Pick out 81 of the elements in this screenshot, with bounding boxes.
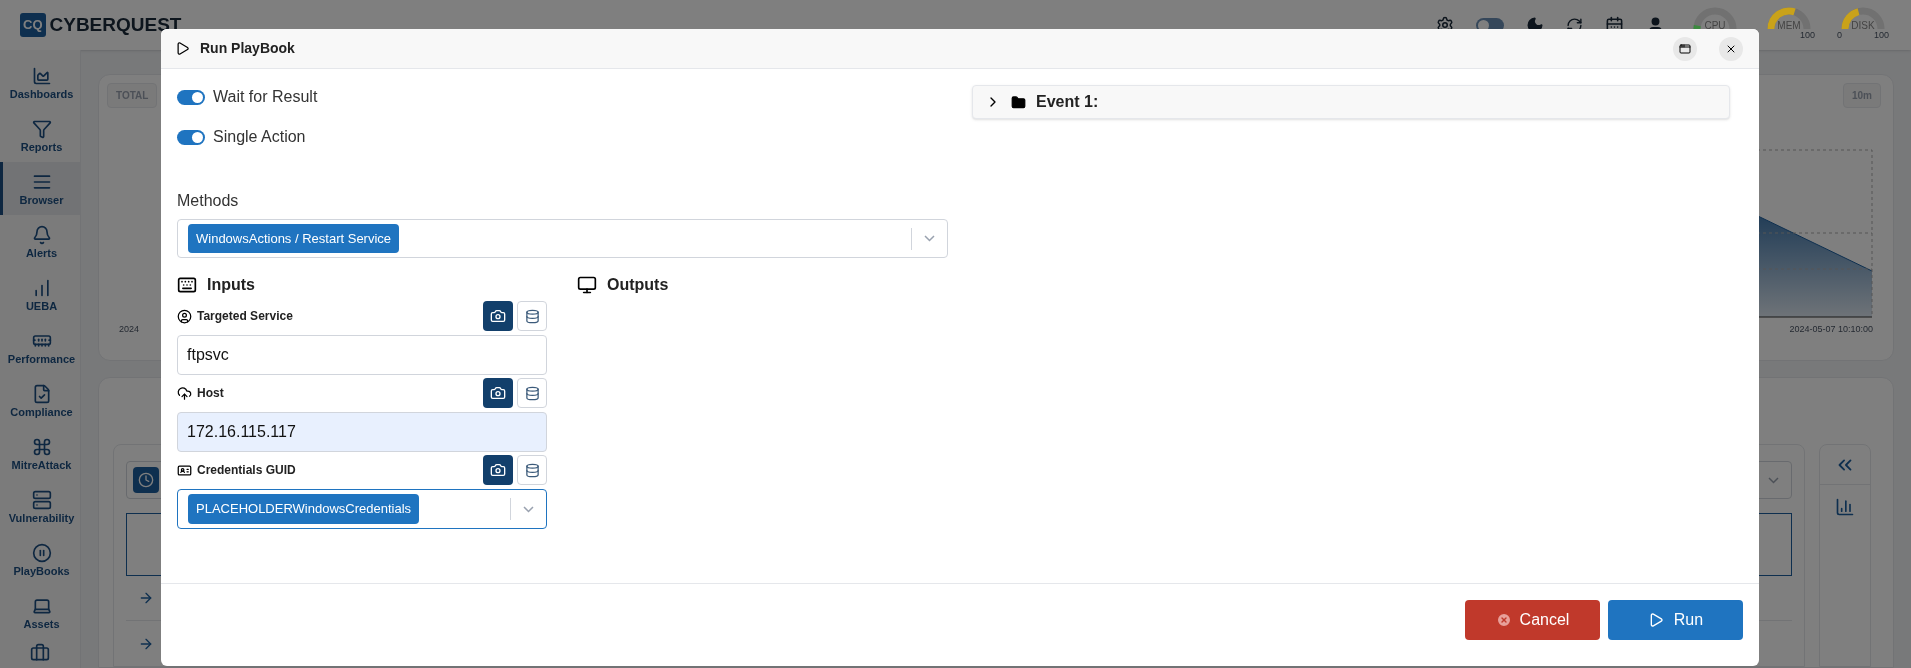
cancel-button[interactable]: Cancel [1465,600,1600,640]
area-chart-icon [31,65,52,86]
server-icon [31,489,52,510]
gauge-max: 100 [1873,31,1889,40]
database-icon [524,308,540,324]
toggle-label: Single Action [213,127,306,147]
gauge [1767,5,1811,31]
chevron-down-icon [924,235,935,242]
select-field[interactable]: PLACEHOLDERWindowsCredentials [177,489,547,529]
sidebar-item[interactable]: MitreAttack [0,427,80,480]
sidebar-item[interactable]: Compliance [0,374,80,427]
camera-icon [490,308,506,324]
cancel-icon [1495,612,1512,628]
command-icon [31,436,52,457]
bar-chart-icon[interactable] [1835,497,1855,517]
play-icon [175,41,190,56]
keyboard-icon [177,275,197,295]
gauge [1693,5,1737,31]
database-icon [524,385,540,401]
cloud-icon [177,385,192,401]
variable-button[interactable] [517,301,547,331]
methods-label: Methods [177,191,240,211]
sidebar-item[interactable]: Vulnerability [0,480,80,533]
section-title: Outputs [607,275,669,295]
selected-tag: PLACEHOLDERWindowsCredentials [188,494,420,524]
sidebar-item[interactable]: UEBA [0,268,80,321]
toggle-label: Wait for Result [213,87,318,107]
database-icon [524,462,540,478]
snapshot-button[interactable] [483,301,513,331]
bell-icon [31,224,52,245]
sidebar-item[interactable]: Alerts [0,215,80,268]
variable-button[interactable] [517,455,547,485]
user-circle-icon [177,308,192,324]
gauge-min: 0 [1837,31,1842,40]
gauge-max: 100 [1799,31,1815,40]
clock-button[interactable] [133,467,159,493]
maximize-button[interactable] [1673,36,1697,61]
text-field[interactable]: 172.16.115.117 [177,412,547,452]
field-label: Credentials GUID [197,462,296,479]
sidebar-item[interactable]: Assets [0,586,80,639]
chevron-down-icon [523,505,534,513]
variable-button[interactable] [517,378,547,408]
sidebar-item[interactable]: Dashboards [0,56,80,109]
id-card-icon [177,462,192,478]
snapshot-button[interactable] [483,378,513,408]
gauge-label: DISK [1851,19,1875,32]
methods-select[interactable]: WindowsActions / Restart Service [177,219,948,258]
axis-label: 2024 [119,322,140,336]
text-field[interactable]: ftpsvc [177,335,547,375]
axis-label: 2024-05-07 10:10:00 [1789,322,1873,336]
arrow-right-icon[interactable] [138,590,154,606]
window-icon [1679,42,1691,55]
event-title: Event 1: [1036,92,1099,112]
snapshot-button[interactable] [483,455,513,485]
gauge-label: MEM [1777,19,1801,32]
field-label: Targeted Service [197,308,293,325]
toggle-switch[interactable] [177,89,205,105]
toggle-switch[interactable] [177,129,205,145]
gauge [1841,5,1885,31]
dialog-title: Run PlayBook [200,39,295,58]
briefcase-icon[interactable] [30,643,50,663]
sidebar-item[interactable]: Reports [0,109,80,162]
pause-circle-icon [31,542,52,563]
sidebar-item[interactable]: PlayBooks [0,533,80,586]
folder-icon [1011,94,1026,110]
field-label: Host [197,385,224,402]
clock-icon [138,472,154,488]
sidebar-item[interactable]: Browser [0,162,80,215]
logo: CYBERQUEST [49,12,182,37]
sidebar-item[interactable]: Performance [0,321,80,374]
chevron-down-icon [1768,476,1779,484]
monitor-icon [577,275,597,295]
event-panel[interactable]: Event 1: [972,85,1730,119]
camera-icon [490,385,506,401]
gauge-label: CPU [1704,19,1726,33]
run-button[interactable]: Run [1608,600,1743,640]
filter-icon [31,118,52,139]
logo-mark: CQ [20,13,46,37]
section-title: Inputs [207,275,255,295]
camera-icon [490,462,506,478]
selected-tag: WindowsActions / Restart Service [188,223,400,254]
